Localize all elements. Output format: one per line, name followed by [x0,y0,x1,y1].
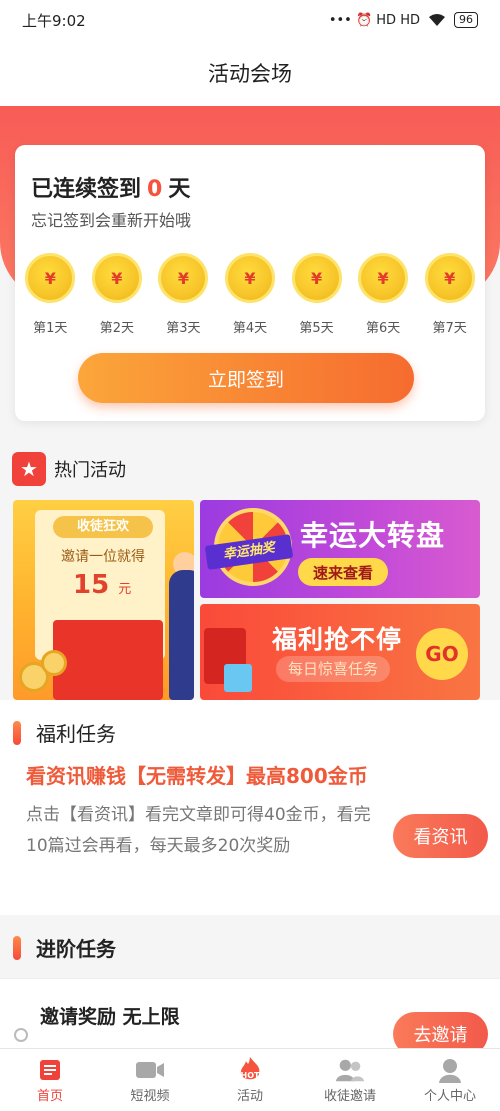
invite-tag: 收徒狂欢 [53,516,153,538]
task-description: 点击【看资讯】看完文章即可得40金币，看完10篇过会再看，每天最多20次奖励 [26,805,371,856]
signin-suffix: 天 [168,177,191,202]
status-icons: ••• ⏰ HD HD 96 [329,12,478,28]
invite-line: 邀请一位就得 [61,549,145,565]
page-title-bar: 活动会场 [0,40,500,106]
coin-icon: ¥ [91,253,142,303]
hot-activities-header: ★ 热门活动 [12,452,126,486]
hot-activities-title: 热门活动 [54,460,126,481]
person-graphic [169,570,194,700]
coin-day-6: ¥ 第6天 [356,253,410,336]
tab-profile[interactable]: 个人中心 [400,1049,500,1111]
lucky-wheel-banner[interactable]: 幸运抽奖 幸运大转盘 速来查看 [200,500,480,598]
task-headline: 看资讯赚钱【无需转发】最高800金币 [26,764,368,788]
battery-icon: 96 [454,12,478,28]
tab-label: 活动 [236,1088,263,1104]
welfare-banner-title: 福利抢不停 [272,625,403,654]
tab-label: 收徒邀请 [323,1088,376,1104]
invite-amount-value: 15 [73,570,110,600]
lucky-wheel-title: 幸运大转盘 [300,519,446,552]
signal-icon: ••• ⏰ HD HD [328,12,420,28]
coin-day-4: ¥ 第4天 [223,253,277,336]
invite-amount-unit: 元 [118,582,132,597]
invite-banner[interactable]: 收徒狂欢 邀请一位就得 15 元 [13,500,194,700]
signin-prefix: 已连续签到 [31,177,142,202]
section-marker [13,720,21,745]
profile-icon [435,1057,465,1083]
tab-invite[interactable]: 收徒邀请 [300,1049,400,1111]
tab-activity[interactable]: HOT 活动 [200,1049,300,1111]
coin-icon: ¥ [358,253,409,303]
page-title: 活动会场 [208,62,292,86]
invite-amount: 15 元 [73,570,131,600]
status-bar: 上午9:02 ••• ⏰ HD HD 96 [0,0,500,40]
tab-label: 个人中心 [423,1088,476,1104]
tab-short-video[interactable]: 短视频 [100,1049,200,1111]
coin-day-label: 第7天 [432,321,467,336]
coin-day-7: ¥ 第7天 [423,253,477,336]
coin-icon: ¥ [224,253,275,303]
welfare-banner[interactable]: 福利抢不停 每日惊喜任务 GO [200,604,480,700]
welfare-tasks-header: 福利任务 [13,718,116,747]
signin-subtitle: 忘记签到会重新开始哦 [31,211,192,230]
lucky-wheel-button[interactable]: 速来查看 [298,558,388,586]
welfare-tasks-title: 福利任务 [36,722,116,746]
users-icon [335,1057,365,1083]
coin-icon: ¥ [424,253,475,303]
wifi-icon [429,14,445,26]
coin-day-label: 第2天 [99,321,134,336]
coin-day-2: ¥ 第2天 [90,253,144,336]
tab-label: 首页 [36,1088,63,1104]
coin-icon: ¥ [158,253,209,303]
status-time: 上午9:02 [22,11,86,30]
go-button[interactable]: GO [416,628,468,680]
gift-icon [224,664,252,692]
signin-coin-row: ¥ 第1天 ¥ 第2天 ¥ 第3天 ¥ 第4天 ¥ 第5天 ¥ 第6天 ¥ 第7天 [15,253,485,336]
signin-streak: 已连续签到 0 天 [31,171,190,203]
red-envelope-icon [53,620,163,700]
tab-home[interactable]: 首页 [0,1049,100,1111]
coin-day-label: 第5天 [299,321,334,336]
signin-button[interactable]: 立即签到 [78,353,414,403]
coin-icon: ¥ [25,253,76,303]
star-icon: ★ [12,452,46,486]
advanced-tasks-header: 进阶任务 [13,933,116,962]
coin-day-5: ¥ 第5天 [290,253,344,336]
tab-label: 短视频 [130,1088,170,1104]
welfare-banner-subtitle: 每日惊喜任务 [276,656,391,682]
location-pin-icon [14,1028,28,1042]
svg-text:HOT: HOT [241,1071,260,1080]
invite-reward-title: 邀请奖励 无上限 [40,1006,180,1028]
video-icon [135,1057,165,1083]
signin-days-count: 0 [147,177,163,202]
coin-day-1: ¥ 第1天 [23,253,77,336]
bottom-tab-bar: 首页 短视频 HOT 活动 收徒邀请 个人中心 [0,1048,500,1111]
section-marker [13,935,21,960]
coin-day-label: 第3天 [166,321,201,336]
coin-day-3: ¥ 第3天 [156,253,210,336]
coin-icon: ¥ [291,253,342,303]
coin-day-label: 第6天 [365,321,401,336]
advanced-tasks-title: 进阶任务 [36,937,116,961]
hot-activity-icon: HOT [235,1056,265,1083]
coin-graphic [41,650,67,676]
coin-day-label: 第4天 [232,321,268,336]
signin-card: 已连续签到 0 天 忘记签到会重新开始哦 ¥ 第1天 ¥ 第2天 ¥ 第3天 ¥ 第4天 ¥… [15,145,485,421]
read-news-button[interactable]: 看资讯 [393,814,488,858]
coin-day-label: 第1天 [33,321,68,336]
home-icon [35,1057,65,1083]
